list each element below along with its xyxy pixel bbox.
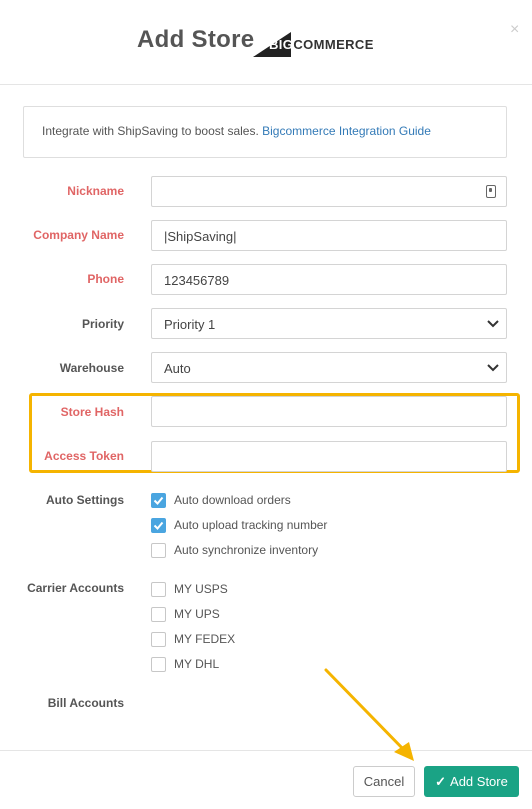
- auto-upload-tracking-checkbox[interactable]: [151, 518, 166, 533]
- company-name-input[interactable]: |ShipSaving|: [151, 220, 507, 251]
- nickname-input[interactable]: [151, 176, 507, 207]
- my-fedex-checkbox[interactable]: [151, 632, 166, 647]
- bigcommerce-logo-text: BIGCOMMERCE: [269, 37, 374, 52]
- modal-body: Integrate with ShipSaving to boost sales…: [0, 86, 532, 750]
- check-icon: ✓: [435, 774, 447, 789]
- bill-accounts-label: Bill Accounts: [47, 696, 124, 710]
- phone-value: 123456789: [164, 273, 230, 288]
- chevron-down-icon: [487, 364, 499, 372]
- add-store-button-label: Add Store: [450, 774, 508, 789]
- auto-download-orders-checkbox[interactable]: [151, 493, 166, 508]
- modal-footer: Cancel ✓ Add Store: [0, 750, 532, 809]
- integration-guide-link[interactable]: Bigcommerce Integration Guide: [262, 124, 431, 138]
- check-icon: [153, 496, 164, 505]
- auto-settings-label: Auto Settings: [46, 493, 124, 507]
- my-ups-checkbox[interactable]: [151, 607, 166, 622]
- logo-text-commerce: COMMERCE: [293, 37, 374, 52]
- priority-label: Priority: [81, 317, 124, 331]
- my-fedex-label[interactable]: MY FEDEX: [174, 632, 235, 646]
- chevron-down-icon: [487, 320, 499, 328]
- logo-text-big: BIG: [269, 37, 294, 52]
- my-dhl-checkbox[interactable]: [151, 657, 166, 672]
- info-text: Integrate with ShipSaving to boost sales…: [42, 124, 431, 138]
- close-icon[interactable]: ×: [510, 22, 519, 38]
- warehouse-value: Auto: [164, 361, 191, 376]
- modal-title: Add Store: [137, 26, 255, 53]
- nickname-label: Nickname: [67, 184, 124, 198]
- store-hash-input[interactable]: [151, 396, 507, 427]
- modal-header: Add Store BIGCOMMERCE ×: [0, 0, 532, 85]
- my-ups-label[interactable]: MY UPS: [174, 607, 220, 621]
- add-store-modal: Add Store BIGCOMMERCE × Integrate with S…: [0, 0, 532, 809]
- phone-input[interactable]: 123456789: [151, 264, 507, 295]
- contact-card-icon[interactable]: [486, 185, 496, 198]
- company-name-value: |ShipSaving|: [164, 229, 237, 244]
- my-dhl-label[interactable]: MY DHL: [174, 657, 219, 671]
- carrier-accounts-label: Carrier Accounts: [27, 581, 124, 595]
- access-token-label: Access Token: [44, 449, 124, 463]
- priority-value: Priority 1: [164, 317, 216, 332]
- auto-sync-inventory-checkbox[interactable]: [151, 543, 166, 558]
- my-usps-checkbox[interactable]: [151, 582, 166, 597]
- add-store-button[interactable]: ✓ Add Store: [424, 766, 519, 797]
- info-box: Integrate with ShipSaving to boost sales…: [23, 106, 507, 158]
- check-icon: [153, 521, 164, 530]
- bigcommerce-logo: BIGCOMMERCE: [253, 30, 385, 58]
- auto-upload-tracking-label[interactable]: Auto upload tracking number: [174, 518, 327, 532]
- store-hash-label: Store Hash: [60, 405, 124, 419]
- warehouse-select[interactable]: Auto: [151, 352, 507, 383]
- my-usps-label[interactable]: MY USPS: [174, 582, 228, 596]
- access-token-input[interactable]: [151, 441, 507, 472]
- warehouse-label: Warehouse: [59, 361, 124, 375]
- company-name-label: Company Name: [33, 228, 124, 242]
- info-message: Integrate with ShipSaving to boost sales…: [42, 124, 259, 138]
- auto-download-orders-label[interactable]: Auto download orders: [174, 493, 291, 507]
- phone-label: Phone: [87, 272, 124, 286]
- cancel-button[interactable]: Cancel: [353, 766, 415, 797]
- priority-select[interactable]: Priority 1: [151, 308, 507, 339]
- auto-sync-inventory-label[interactable]: Auto synchronize inventory: [174, 543, 318, 557]
